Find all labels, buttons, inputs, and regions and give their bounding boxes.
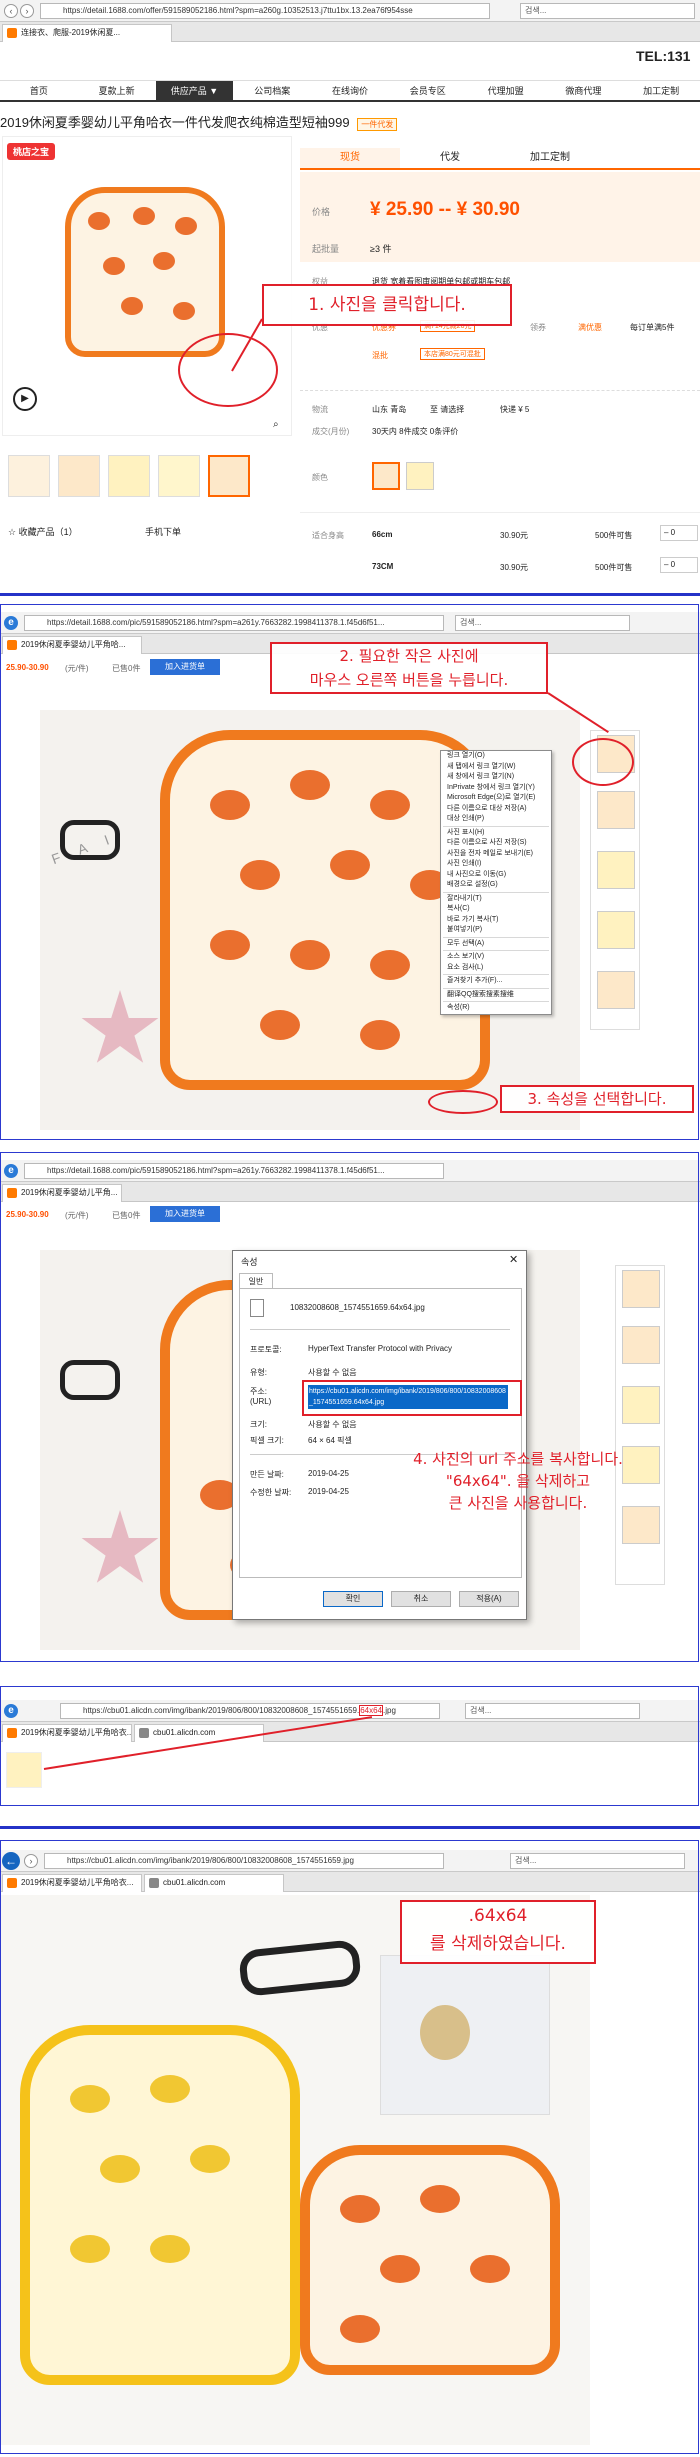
site-favicon: [7, 28, 17, 38]
price-box: 价格 ¥ 25.90 -- ¥ 30.90 起批量 ≥3 件: [300, 172, 700, 262]
thumbnail[interactable]: [158, 455, 200, 497]
tab-1688[interactable]: 连接衣、爬服-2019休闲夏...: [2, 24, 172, 42]
shop-nav-item[interactable]: 夏款上新: [78, 81, 156, 100]
sales-text: 30天内 8件成交 0条评价: [372, 427, 459, 436]
tel-text: TEL:131: [636, 48, 691, 64]
promo3-label: 领券: [530, 323, 546, 332]
color-swatch-selected[interactable]: [372, 462, 400, 490]
panel-separator: [0, 593, 700, 596]
shop-nav-item[interactable]: 加工定制: [622, 81, 700, 100]
shop-nav-item[interactable]: 公司档案: [233, 81, 311, 100]
thumbnail[interactable]: [108, 455, 150, 497]
quantity-stepper[interactable]: – 0: [660, 525, 698, 541]
size-row-1-price: 30.90元: [500, 531, 529, 540]
size-row-1-size: 66cm: [372, 530, 393, 539]
mobile-order-link[interactable]: 手机下单: [145, 525, 181, 538]
sales-label: 成交(月份): [312, 427, 350, 436]
search-field[interactable]: 검색...: [520, 3, 695, 19]
callout-step-1: 1. 사진을 클릭합니다.: [262, 284, 512, 326]
divider: [300, 512, 700, 513]
product-badge: 一件代发: [357, 118, 398, 131]
mix-batch-tag[interactable]: 本店满80元可混批: [420, 348, 485, 360]
product-title: 2019休闲夏季婴幼儿平角哈衣一件代发爬衣纯棉造型短袖999 一件代发: [0, 112, 398, 131]
promo3-text[interactable]: 满优惠: [578, 322, 602, 333]
thumbnail-strip: [8, 455, 250, 497]
promo2-label: 混批: [372, 351, 388, 360]
shop-logo: 桃店之宝: [7, 143, 56, 160]
size-row-2-stock: 500件可售: [595, 563, 633, 572]
logistics-from: 山东 青岛: [372, 405, 407, 414]
panel-frame: [0, 1686, 699, 1806]
moq-label: 起批量: [312, 244, 340, 254]
thumbnail-selected[interactable]: [208, 455, 250, 497]
color-swatch[interactable]: [406, 462, 434, 490]
price-value: ¥ 25.90 -- ¥ 30.90: [370, 199, 520, 220]
logistics-fee: 快递 ¥ 5: [500, 405, 530, 414]
highlight-circle: [178, 333, 278, 407]
shop-nav-item[interactable]: 在线询价: [311, 81, 389, 100]
tab-dropship[interactable]: 代发: [400, 148, 500, 168]
panel-frame: [0, 1840, 699, 2454]
shop-nav-item[interactable]: 会员专区: [389, 81, 467, 100]
promo4-text: 每订单满5件: [630, 323, 675, 332]
moq-value: ≥3 件: [370, 244, 392, 254]
size-row-1-stock: 500件可售: [595, 531, 633, 540]
size-row-2-size: 73CM: [372, 562, 394, 571]
shop-nav: 首页 夏款上新 供应产品 ▼ 公司档案 在线询价 会员专区 代理加盟 微商代理 加工定制: [0, 80, 700, 102]
panel-separator: [0, 1826, 700, 1829]
quantity-stepper[interactable]: – 0: [660, 557, 698, 573]
tab-stock[interactable]: 现货: [300, 148, 400, 168]
favorite-link[interactable]: ☆ 收藏产品（1）: [8, 525, 78, 538]
main-product-image[interactable]: 桃店之宝 ▶ ⌕: [2, 136, 292, 436]
shop-nav-item[interactable]: 微商代理: [544, 81, 622, 100]
shop-nav-item[interactable]: 首页: [0, 81, 78, 100]
panel-frame: [0, 604, 699, 1140]
panel-frame: [0, 1152, 699, 1662]
tab-bar: 连接衣、爬服-2019休闲夏...: [0, 22, 700, 42]
size-label: 适合身高: [312, 531, 344, 540]
url-field[interactable]: https://detail.1688.com/offer/5915890521…: [40, 3, 490, 19]
divider: [300, 390, 700, 391]
shop-nav-item[interactable]: 代理加盟: [467, 81, 545, 100]
shop-nav-item[interactable]: 供应产品 ▼: [155, 81, 234, 100]
purchase-tabs: 现货 代发 加工定制: [300, 148, 700, 170]
tab-custom[interactable]: 加工定制: [500, 148, 600, 168]
address-bar: ‹ › https://detail.1688.com/offer/591589…: [0, 0, 700, 22]
color-label: 颜色: [312, 473, 328, 482]
zoom-icon[interactable]: ⌕: [273, 419, 279, 430]
logistics-to[interactable]: 至 请选择: [430, 404, 464, 415]
play-icon[interactable]: ▶: [13, 387, 37, 411]
thumbnail[interactable]: [8, 455, 50, 497]
forward-icon[interactable]: ›: [20, 4, 34, 18]
thumbnail[interactable]: [58, 455, 100, 497]
logistics-label: 物流: [312, 405, 328, 414]
back-icon[interactable]: ‹: [4, 4, 18, 18]
price-label: 价格: [312, 207, 331, 217]
size-row-2-price: 30.90元: [500, 563, 529, 572]
